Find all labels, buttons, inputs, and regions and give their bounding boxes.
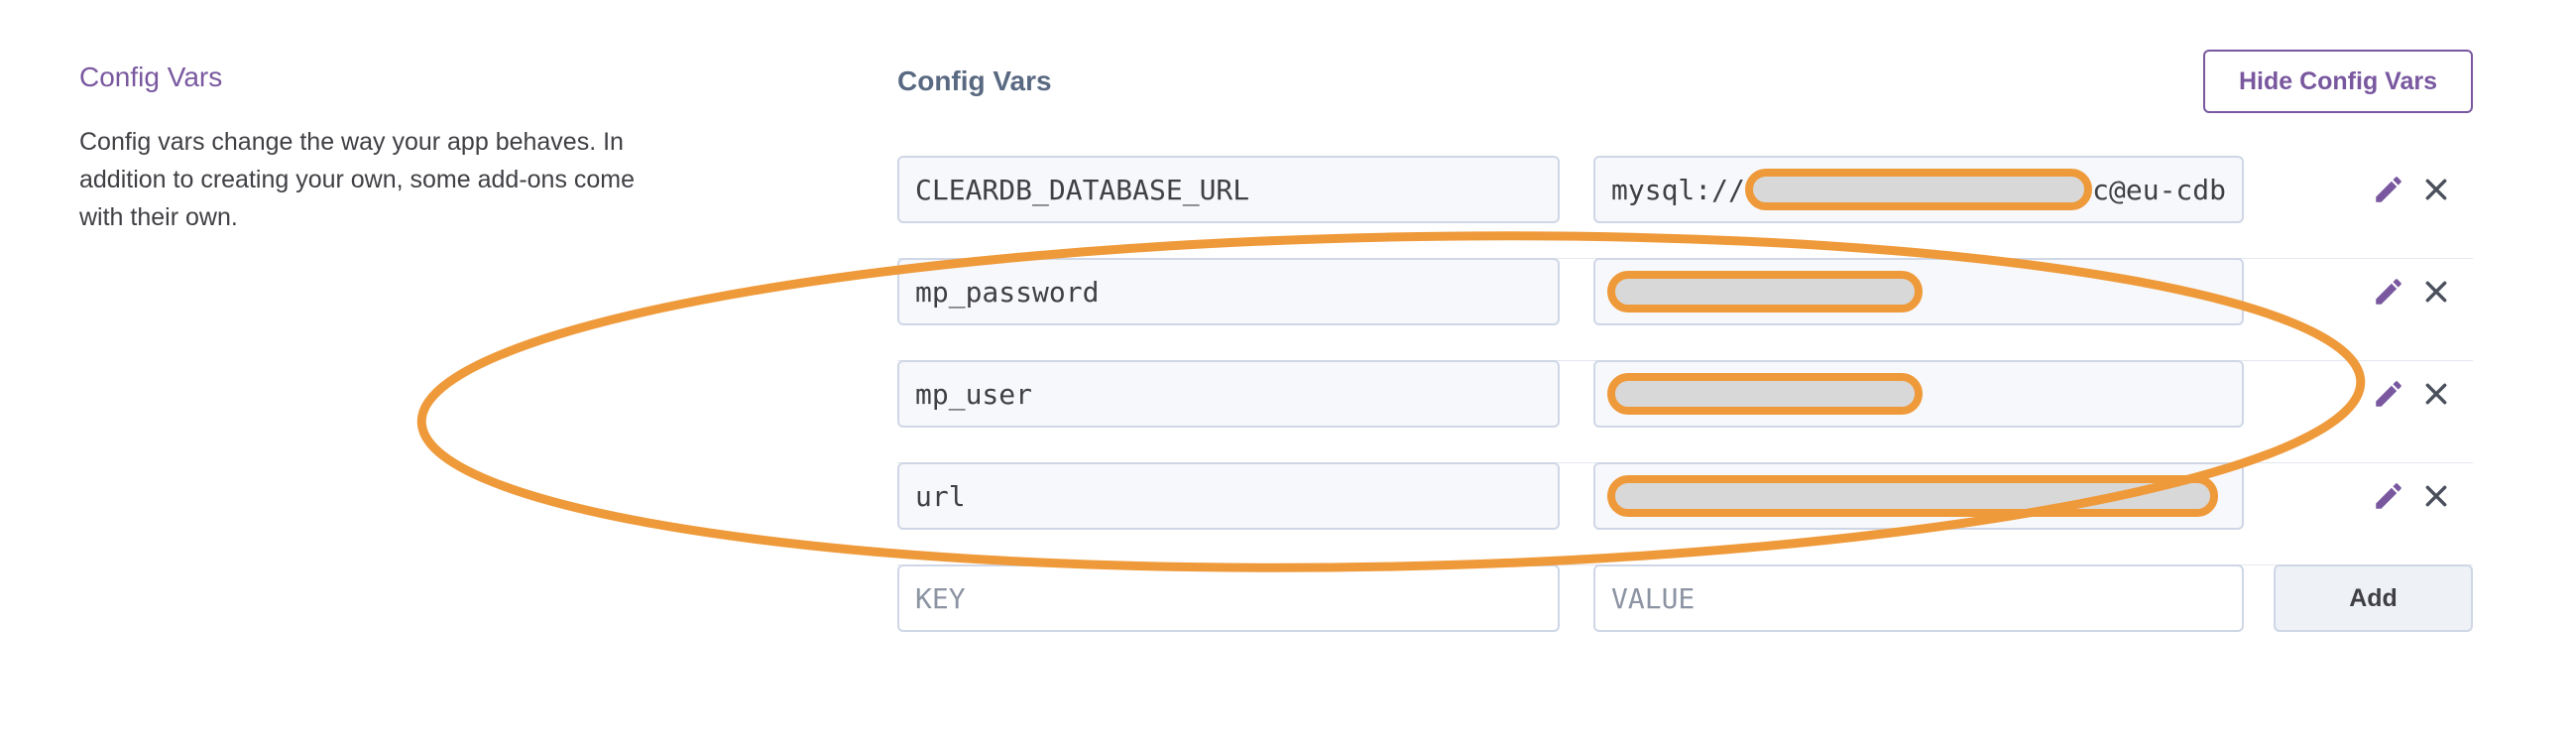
pencil-icon[interactable] [2369, 476, 2408, 516]
config-var-key-text: CLEARDB_DATABASE_URL [915, 173, 1250, 206]
section-description: Config vars change the way your app beha… [79, 128, 636, 231]
config-var-row: CLEARDB_DATABASE_URL mysql:// c@eu-cdb [897, 156, 2473, 259]
redaction-mark [1744, 169, 2093, 210]
config-var-key-text: mp_password [915, 275, 1100, 309]
new-value-placeholder: VALUE [1611, 581, 1696, 615]
config-var-key-text: url [915, 479, 966, 513]
hide-config-vars-button[interactable]: Hide Config Vars [2203, 50, 2473, 113]
config-var-key[interactable]: CLEARDB_DATABASE_URL [897, 156, 1560, 223]
section-title: Config Vars [79, 62, 223, 92]
close-icon[interactable] [2416, 476, 2456, 516]
new-key-placeholder: KEY [915, 581, 966, 615]
config-var-key[interactable]: mp_password [897, 258, 1560, 325]
pencil-icon[interactable] [2369, 272, 2408, 312]
config-var-key-text: mp_user [915, 377, 1033, 411]
config-var-key[interactable]: url [897, 462, 1560, 530]
config-vars-heading: Config Vars [897, 65, 1052, 96]
config-var-row: mp_password [897, 258, 2473, 361]
redaction-mark [1607, 373, 1923, 415]
config-var-value-prefix: mysql:// [1611, 173, 1745, 206]
pencil-icon[interactable] [2369, 374, 2408, 414]
redaction-mark [1607, 475, 2218, 517]
close-icon[interactable] [2416, 374, 2456, 414]
config-var-value[interactable] [1593, 360, 2244, 428]
new-value-input[interactable]: VALUE [1593, 564, 2244, 632]
close-icon[interactable] [2416, 170, 2456, 209]
new-config-var-row: KEY VALUE Add [897, 564, 2473, 667]
config-var-value[interactable] [1593, 258, 2244, 325]
config-var-value[interactable] [1593, 462, 2244, 530]
config-var-key[interactable]: mp_user [897, 360, 1560, 428]
redaction-mark [1607, 271, 1923, 312]
close-icon[interactable] [2416, 272, 2456, 312]
config-var-row: url [897, 462, 2473, 565]
new-key-input[interactable]: KEY [897, 564, 1560, 632]
pencil-icon[interactable] [2369, 170, 2408, 209]
add-button[interactable]: Add [2274, 564, 2473, 632]
config-var-value-suffix: c@eu-cdb [2092, 173, 2226, 206]
config-var-row: mp_user [897, 360, 2473, 463]
config-var-value[interactable]: mysql:// c@eu-cdb [1593, 156, 2244, 223]
